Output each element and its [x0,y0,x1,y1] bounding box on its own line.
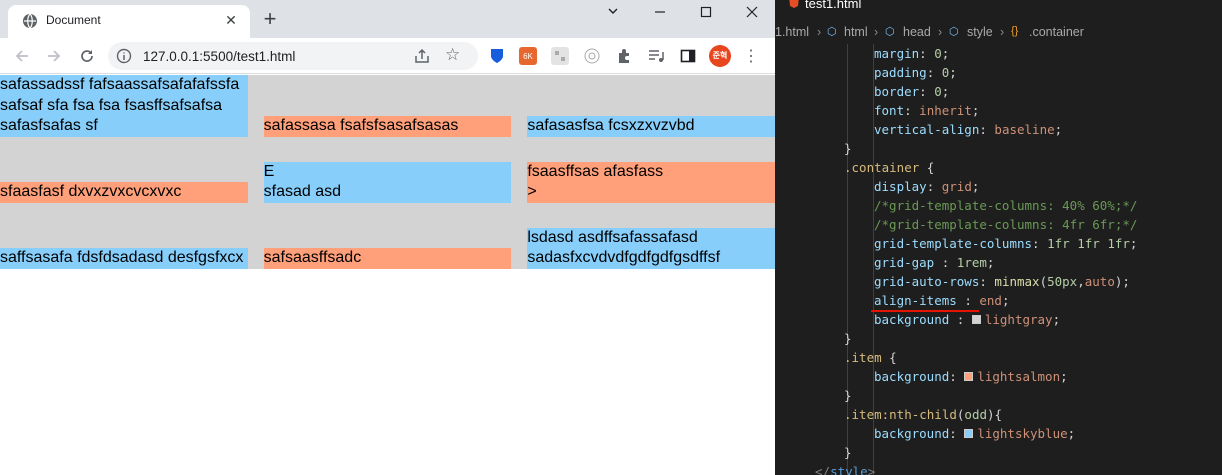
extension-grid-icon[interactable] [551,47,569,65]
grid-item-text: sadasfxcvdvdfgdfgdfgsdffsf [527,249,721,266]
breadcrumb-style[interactable]: style [967,25,993,39]
code-editor: test1.html 1.html › ⬡ html › ⬡ head › ⬡ … [775,0,1222,475]
page-viewport: safassadssf fafsaassafsafafafssfa safsaf … [0,75,775,475]
color-swatch-lightgray[interactable] [971,315,981,324]
breadcrumb-container[interactable]: .container [1029,25,1084,39]
more-menu-icon[interactable]: ⋮ [742,47,760,65]
breadcrumb-file[interactable]: 1.html [775,25,809,39]
chevron-right-icon: › [1000,25,1005,39]
close-window-button[interactable] [729,0,775,26]
breadcrumb: 1.html › ⬡ html › ⬡ head › ⬡ style › {} … [775,22,1222,44]
grid-item-text: fsaasffsas afasfass [527,162,664,180]
grid-item: saffsasafa fdsfdsadasd desfgsfxcx [0,248,248,269]
target-extension-icon[interactable] [583,47,601,65]
editor-tab-bar: test1.html [775,0,1222,22]
browser-toolbar: 127.0.0.1:5500/test1.html ☆ 6K ⋮ [0,38,775,74]
profile-avatar[interactable]: 준혁 [709,45,731,67]
grid-item-text: safsaasffsadc [263,249,362,266]
grid-item: safasasfsa fcsxzxvzvbd [527,116,775,137]
media-control-icon[interactable] [647,47,665,65]
maximize-button[interactable] [683,0,729,26]
close-tab-icon[interactable]: ✕ [222,11,240,29]
tab-strip: Document ✕ + [0,0,775,38]
address-bar[interactable]: 127.0.0.1:5500/test1.html ☆ [108,42,478,70]
line-gutter [775,44,815,475]
extensions-puzzle-icon[interactable] [615,47,633,65]
chevron-down-icon[interactable] [590,0,636,26]
breadcrumb-html[interactable]: html [844,25,868,39]
selector-icon: {} [1011,25,1019,37]
element-icon: ⬡ [949,26,959,38]
bitwarden-extension-icon[interactable] [488,47,506,65]
color-swatch-lightskyblue[interactable] [964,429,974,438]
grid-item-text: lsdasd asdffsafassafasd [527,228,698,246]
html5-icon [789,0,799,8]
extension-badge-icon[interactable]: 6K [519,47,537,65]
element-icon: ⬡ [827,26,837,38]
editor-tab-title[interactable]: test1.html [805,0,861,11]
grid-item: Esfasad asd [263,161,512,203]
grid-item-text: safassadssf fafsaassafsafafafssfa [0,76,240,93]
grid-item: safsaasffsadc [263,248,512,269]
minimize-button[interactable] [637,0,683,26]
grid-item: fsaasffsas afasfass > [527,161,775,203]
element-icon: ⬡ [885,26,895,38]
grid-item: lsdasd asdffsafassafasd sadasfxcvdvdfgdfg… [527,227,775,269]
browser-tab[interactable]: Document ✕ [8,5,250,38]
grid-item: sfaasfasf dxvxzvxcvcxvxc [0,182,248,203]
chevron-right-icon: › [938,25,943,39]
chevron-right-icon: › [874,25,879,39]
grid-item-text: sfaasfasf dxvxzvxcvcxvxc [0,183,182,200]
bookmark-star-icon[interactable]: ☆ [445,45,460,65]
share-icon[interactable] [413,47,431,65]
grid-item-text: saffsasafa fdsfdsadasd desfgsfxcx [0,249,244,266]
forward-button[interactable] [42,44,66,68]
grid-item: safassasa fsafsfsasafsasas [263,116,512,137]
code-area[interactable]: margin: 0; padding: 0; border: 0; font: … [815,44,1222,475]
grid-item-text: sfasad asd [263,183,342,200]
color-swatch-lightsalmon[interactable] [964,372,974,381]
grid-item-text: > [527,183,537,200]
new-tab-button[interactable]: + [258,8,282,32]
grid-item: safassadssf fafsaassafsafafafssfa safsaf … [0,75,248,137]
chevron-right-icon: › [817,25,822,39]
grid-item-text: safasfsafas sf [0,117,98,134]
grid-item-text: safassasa fsafsfsasafsasas [263,117,459,134]
grid-item-text: E [263,162,275,180]
grid-container: safassadssf fafsaassafsafafafssfa safsaf … [0,75,775,269]
info-icon[interactable] [116,48,132,64]
reload-button[interactable] [75,44,99,68]
error-squiggle [871,310,979,312]
url-text: 127.0.0.1:5500/test1.html [143,49,296,64]
globe-icon [23,13,37,29]
side-panel-icon[interactable] [679,47,697,65]
browser-window: Document ✕ + 127.0.0.1:5500/test1.html ☆… [0,0,775,475]
back-button[interactable] [10,44,34,68]
grid-item-text: safsaf sfa fsa fsa fsasffsafsafsa [0,96,223,114]
breadcrumb-head[interactable]: head [903,25,931,39]
tab-title: Document [46,13,101,27]
grid-item-text: safasasfsa fcsxzxvzvbd [527,117,695,134]
